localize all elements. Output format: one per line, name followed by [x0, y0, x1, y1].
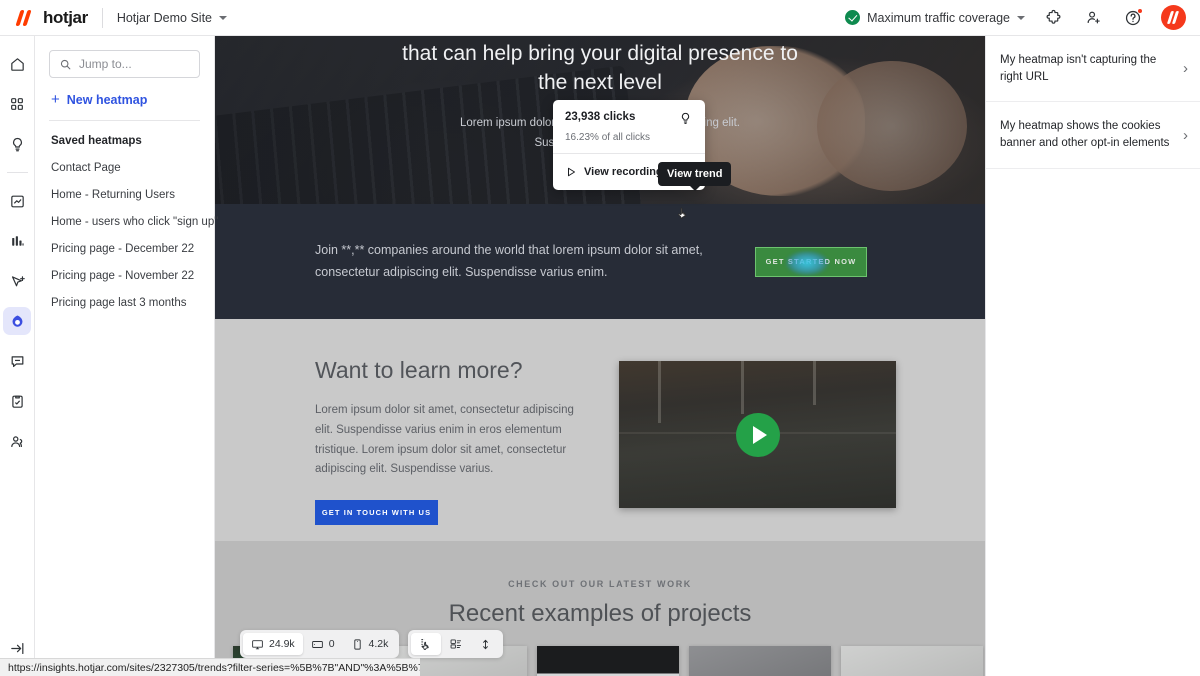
- rail-item-feedback[interactable]: [3, 347, 31, 375]
- mobile-icon: [353, 638, 361, 650]
- chevron-right-icon: ›: [1183, 126, 1188, 144]
- rail-item-home[interactable]: [3, 50, 31, 78]
- top-bar: hotjar Hotjar Demo Site Maximum traffic …: [0, 0, 1200, 36]
- scroll-map-icon: [483, 639, 489, 649]
- element-list-icon: [450, 639, 462, 649]
- puzzle-icon[interactable]: [1041, 6, 1065, 30]
- header-divider: [101, 7, 103, 28]
- list-item[interactable]: Home - users who click "sign up": [49, 201, 218, 228]
- rail-item-users[interactable]: [3, 427, 31, 455]
- rail-item-heatmaps[interactable]: [3, 307, 31, 335]
- search-placeholder: Jump to...: [79, 57, 132, 71]
- traffic-coverage-selector[interactable]: Maximum traffic coverage: [845, 10, 1025, 25]
- search-icon: [60, 59, 71, 69]
- coverage-label: Maximum traffic coverage: [867, 10, 1010, 25]
- help-article-2[interactable]: My heatmap shows the cookies banner and …: [986, 102, 1200, 169]
- heatmap-toolbar: 24.9k 0 4.2k: [240, 630, 504, 658]
- heatmaps-sidebar: Jump to... + New heatmap Saved heatmaps …: [35, 36, 218, 676]
- list-item[interactable]: Pricing page - November 22: [49, 255, 200, 282]
- view-recordings-link[interactable]: View recordings: [565, 166, 669, 178]
- notification-dot: [1137, 7, 1143, 14]
- click-map-icon: [421, 638, 430, 650]
- recent-kicker: CHECK OUT OUR LATEST WORK: [508, 579, 692, 589]
- header-actions: Maximum traffic coverage: [845, 5, 1200, 30]
- help-article-1[interactable]: My heatmap isn't capturing the right URL…: [986, 36, 1200, 103]
- desktop-icon: [252, 639, 263, 649]
- click-count: 23,938 clicks: [565, 111, 636, 123]
- social-proof-band: Join **,** companies around the world th…: [215, 204, 985, 319]
- view-recordings-label: View recordings: [584, 166, 669, 178]
- project-card[interactable]: [689, 646, 831, 676]
- get-in-touch-label: GET IN TOUCH WITH US: [321, 508, 432, 518]
- site-selector[interactable]: Hotjar Demo Site: [116, 10, 228, 25]
- rail-item-funnels[interactable]: [3, 227, 31, 255]
- invite-user-icon[interactable]: [1081, 6, 1105, 30]
- tablet-icon: [311, 640, 323, 648]
- element-list-button[interactable]: [441, 633, 471, 655]
- help-article-title: My heatmap isn't capturing the right URL: [1000, 54, 1157, 83]
- recent-heading: Recent examples of projects: [448, 600, 752, 627]
- device-mobile-count: 4.2k: [368, 638, 389, 650]
- device-mobile-button[interactable]: 4.2k: [343, 633, 397, 655]
- account-avatar[interactable]: [1161, 5, 1186, 30]
- map-type-group: [408, 630, 504, 658]
- plus-icon: +: [51, 91, 60, 108]
- insight-bulb-icon[interactable]: [678, 111, 693, 126]
- click-map-button[interactable]: [411, 633, 442, 655]
- chevron-down-icon: [219, 15, 228, 20]
- heatmap-hotspot: [786, 250, 828, 275]
- get-in-touch-button[interactable]: GET IN TOUCH WITH US: [315, 500, 438, 526]
- device-tablet-count: 0: [328, 638, 335, 650]
- get-started-button[interactable]: GET STARTED NOW: [755, 246, 867, 277]
- new-heatmap-button[interactable]: + New heatmap: [49, 92, 200, 107]
- search-input[interactable]: Jump to...: [49, 50, 200, 78]
- click-percent: 16.23% of all clicks: [565, 132, 651, 143]
- brand-name: hotjar: [43, 7, 88, 27]
- rail-item-surveys[interactable]: [3, 387, 31, 415]
- play-icon: [735, 412, 780, 457]
- scroll-map-button[interactable]: [471, 633, 500, 655]
- hotjar-mark-icon: [15, 9, 36, 27]
- icon-rail: [0, 36, 35, 676]
- mouse-cursor-icon: [676, 206, 691, 229]
- hero-heading-line1: that can help bring your digital presenc…: [402, 42, 798, 65]
- video-thumbnail[interactable]: [619, 361, 896, 508]
- saved-heatmaps-header: Saved heatmaps: [51, 135, 142, 147]
- chevron-down-icon: [1017, 15, 1025, 20]
- project-card[interactable]: [537, 646, 679, 676]
- device-desktop-button[interactable]: 24.9k: [243, 633, 303, 655]
- chevron-right-icon: ›: [1183, 60, 1188, 78]
- status-bar-url: https://insights.hotjar.com/sites/232730…: [0, 658, 420, 676]
- band-text: Join **,** companies around the world th…: [315, 243, 703, 279]
- rail-item-recordings[interactable]: [3, 267, 31, 295]
- view-trend-tooltip: View trend: [658, 162, 732, 186]
- list-item[interactable]: Contact Page: [49, 147, 200, 174]
- check-circle-icon: [845, 10, 861, 25]
- learn-heading: Want to learn more?: [315, 357, 523, 383]
- list-item[interactable]: Pricing page last 3 months: [49, 282, 200, 309]
- device-tablet-button[interactable]: 0: [303, 633, 343, 655]
- play-triangle-icon: [568, 167, 575, 177]
- learn-body: Lorem ipsum dolor sit amet, consectetur …: [315, 404, 574, 476]
- list-item[interactable]: Pricing page - December 22: [49, 228, 200, 255]
- help-article-title: My heatmap shows the cookies banner and …: [1000, 120, 1170, 150]
- help-panel: My heatmap isn't capturing the right URL…: [985, 36, 1200, 676]
- site-name: Hotjar Demo Site: [116, 10, 213, 25]
- new-heatmap-label: New heatmap: [66, 92, 148, 107]
- device-filter-group: 24.9k 0 4.2k: [240, 630, 400, 658]
- rail-item-highlights[interactable]: [3, 130, 31, 158]
- rail-item-trends[interactable]: [3, 187, 31, 215]
- rail-item-dashboard[interactable]: [3, 90, 31, 118]
- help-icon[interactable]: [1121, 6, 1145, 30]
- project-card[interactable]: [841, 646, 983, 676]
- heatmap-app: hotjar Hotjar Demo Site Maximum traffic …: [0, 0, 1200, 676]
- list-item[interactable]: Home - Returning Users: [49, 174, 200, 201]
- rail-divider: [6, 172, 28, 173]
- device-desktop-count: 24.9k: [269, 638, 295, 650]
- learn-more-section: Want to learn more? Lorem ipsum dolor si…: [215, 319, 985, 541]
- hero-heading-line2: the next level: [538, 70, 662, 94]
- hotjar-logo[interactable]: hotjar: [0, 8, 88, 28]
